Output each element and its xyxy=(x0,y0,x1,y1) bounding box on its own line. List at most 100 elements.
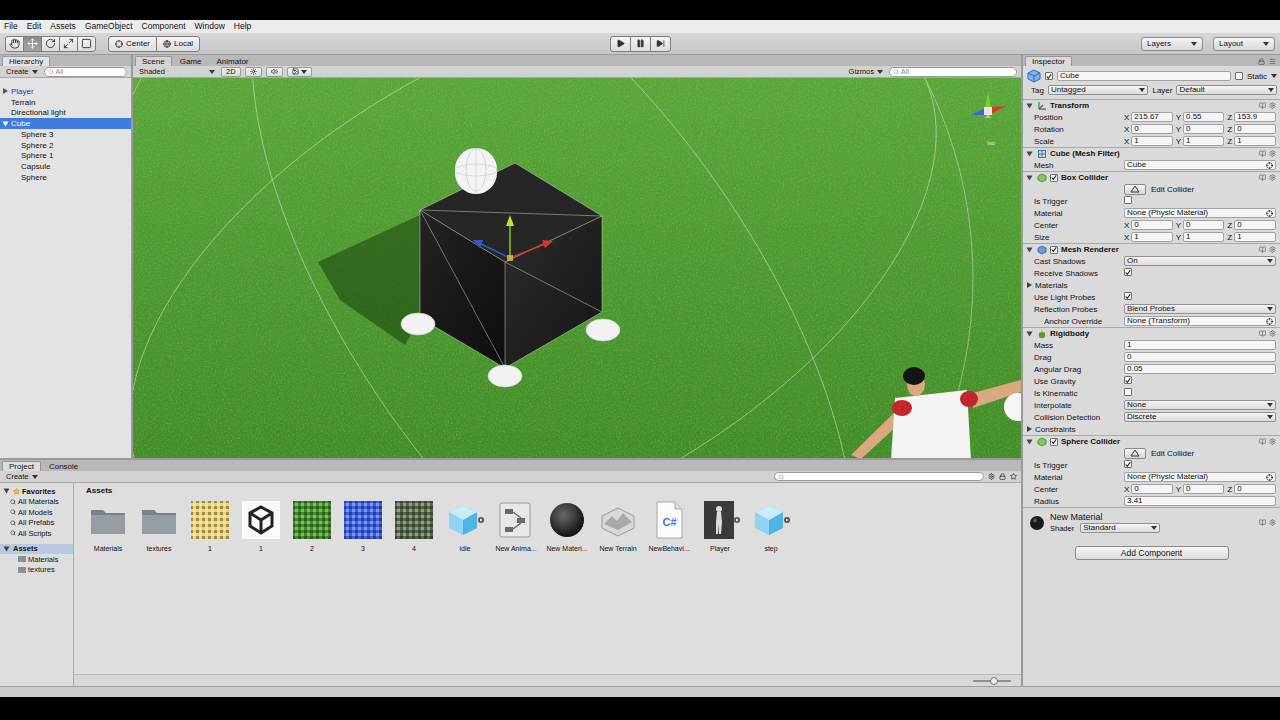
menu-item[interactable]: Assets xyxy=(50,21,76,32)
asset-item[interactable]: Materials xyxy=(84,500,132,553)
number-field[interactable]: 153.9 xyxy=(1234,112,1276,122)
tree-item[interactable]: All Materials xyxy=(0,497,73,508)
edit-collider-button[interactable] xyxy=(1124,448,1146,459)
add-component-button[interactable]: Add Component xyxy=(1075,546,1229,560)
audio-toggle[interactable] xyxy=(266,67,283,77)
number-field[interactable]: 1 xyxy=(1234,136,1276,146)
asset-item[interactable]: textures xyxy=(135,500,183,553)
inspector-foldout[interactable]: Constraints xyxy=(1023,423,1280,435)
asset-item[interactable]: 1 xyxy=(186,500,234,553)
projection-label[interactable]: Iso xyxy=(987,140,996,146)
scene-search[interactable]: All xyxy=(889,67,1017,77)
help-icon[interactable] xyxy=(1259,174,1266,181)
static-checkbox[interactable] xyxy=(1235,72,1243,80)
number-field[interactable]: 1 xyxy=(1234,232,1276,242)
asset-item[interactable]: 4 xyxy=(390,500,438,553)
number-field[interactable]: 0 xyxy=(1234,220,1276,230)
number-field[interactable]: 0 xyxy=(1183,220,1224,230)
playback-button[interactable] xyxy=(630,36,651,52)
tool-button[interactable] xyxy=(77,36,96,52)
dropdown[interactable]: On xyxy=(1124,256,1276,266)
gear-icon[interactable] xyxy=(1269,330,1276,337)
component-enabled-checkbox[interactable] xyxy=(1050,174,1058,182)
checkbox[interactable] xyxy=(1124,268,1132,276)
gear-icon[interactable] xyxy=(1269,174,1276,181)
object-field[interactable]: None (Physic Material) xyxy=(1124,472,1276,482)
number-field[interactable]: 0.55 xyxy=(1183,112,1224,122)
help-icon[interactable] xyxy=(1259,246,1266,253)
scene-canvas[interactable]: Iso xyxy=(133,78,1021,458)
gear-icon[interactable] xyxy=(1269,246,1276,253)
panel-tab[interactable]: Console xyxy=(42,461,85,471)
layer-dropdown[interactable]: Default xyxy=(1176,85,1277,95)
tree-item[interactable]: textures xyxy=(0,565,73,576)
playback-button[interactable] xyxy=(650,36,671,52)
number-field[interactable]: 1 xyxy=(1124,340,1276,350)
number-field[interactable]: 0 xyxy=(1131,124,1172,134)
tree-item[interactable]: Assets xyxy=(0,544,73,555)
menu-item[interactable]: Help xyxy=(234,21,251,32)
asset-item[interactable]: New Anima... xyxy=(492,500,540,553)
number-field[interactable]: 215.67 xyxy=(1131,112,1172,122)
asset-item[interactable]: New Terrain xyxy=(594,500,642,553)
gear-icon[interactable] xyxy=(1269,519,1276,526)
foldout-icon[interactable] xyxy=(4,546,10,551)
menu-item[interactable]: Window xyxy=(195,21,225,32)
panel-tab[interactable]: Scene xyxy=(135,56,172,66)
component-header[interactable]: Cube (Mesh Filter) xyxy=(1023,147,1280,159)
foldout-icon[interactable] xyxy=(1027,247,1033,252)
edit-collider[interactable]: Edit Collider xyxy=(1124,184,1276,195)
panel-tab[interactable]: Animator xyxy=(209,56,255,66)
component-header[interactable]: Rigidbody xyxy=(1023,327,1280,339)
dropdown[interactable]: None xyxy=(1124,400,1276,410)
menu-item[interactable]: GameObject xyxy=(85,21,133,32)
gizmos-dropdown[interactable]: Gizmos xyxy=(847,67,885,76)
checkbox[interactable] xyxy=(1124,196,1132,204)
shader-dropdown[interactable]: Standard xyxy=(1080,523,1160,533)
object-picker-icon[interactable] xyxy=(1266,210,1273,217)
checkbox[interactable] xyxy=(1124,388,1132,396)
number-field[interactable]: 0 xyxy=(1131,484,1172,494)
number-field[interactable]: 1 xyxy=(1183,232,1224,242)
edit-collider[interactable]: Edit Collider xyxy=(1124,448,1276,459)
icon-size-slider[interactable] xyxy=(973,680,1011,682)
checkbox[interactable] xyxy=(1124,292,1132,300)
tree-item[interactable]: Materials xyxy=(0,554,73,565)
slider-knob[interactable] xyxy=(990,677,998,685)
component-header[interactable]: Sphere Collider xyxy=(1023,435,1280,447)
hierarchy-item[interactable]: Cube xyxy=(0,118,131,129)
gear-icon[interactable] xyxy=(1269,150,1276,157)
player-character[interactable] xyxy=(851,367,1021,458)
number-field[interactable]: 3.41 xyxy=(1124,496,1276,506)
help-icon[interactable] xyxy=(1259,438,1266,445)
asset-item[interactable]: 3 xyxy=(339,500,387,553)
active-checkbox[interactable] xyxy=(1045,72,1053,80)
cube[interactable] xyxy=(420,163,602,368)
tool-button[interactable] xyxy=(41,36,60,52)
panel-tab[interactable]: Hierarchy xyxy=(2,56,50,66)
tree-item[interactable]: All Models xyxy=(0,507,73,518)
menu-item[interactable]: Edit xyxy=(27,21,42,32)
help-icon[interactable] xyxy=(1259,330,1266,337)
object-picker-icon[interactable] xyxy=(1266,474,1273,481)
tool-button[interactable] xyxy=(5,36,24,52)
component-header[interactable]: Box Collider xyxy=(1023,171,1280,183)
sphere[interactable] xyxy=(488,365,522,387)
hierarchy-item[interactable]: Sphere 3 xyxy=(0,129,131,140)
foldout-icon[interactable] xyxy=(1027,331,1033,336)
inspector-foldout[interactable]: Materials xyxy=(1023,279,1280,291)
terrain[interactable] xyxy=(133,78,1021,458)
panel-tab[interactable]: Inspector xyxy=(1025,56,1072,66)
number-field[interactable]: 0 xyxy=(1234,484,1276,494)
asset-item[interactable]: step xyxy=(747,500,795,553)
sphere[interactable] xyxy=(586,319,620,341)
asset-item[interactable]: idle xyxy=(441,500,489,553)
tree-item[interactable]: All Scripts xyxy=(0,528,73,539)
tree-item[interactable]: All Prefabs xyxy=(0,518,73,529)
2d-toggle[interactable]: 2D xyxy=(221,67,241,77)
menu-item[interactable]: Component xyxy=(142,21,186,32)
number-field[interactable]: 0.05 xyxy=(1124,364,1276,374)
gear-icon[interactable] xyxy=(1269,102,1276,109)
panel-tab[interactable]: Project xyxy=(2,461,41,471)
menu-item[interactable]: File xyxy=(4,21,18,32)
